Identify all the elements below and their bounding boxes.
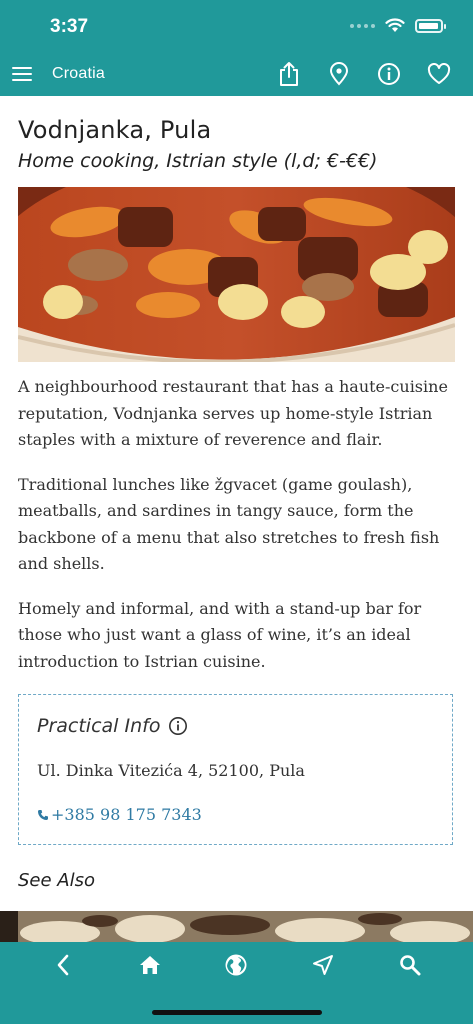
hero-image	[18, 187, 455, 362]
location-button[interactable]	[325, 60, 353, 88]
bottom-tab-bar	[0, 942, 473, 1024]
wifi-icon	[385, 18, 405, 32]
heart-icon	[427, 63, 451, 84]
explore-button[interactable]	[218, 950, 254, 980]
see-also-image[interactable]	[0, 911, 473, 943]
share-button[interactable]	[275, 60, 303, 88]
page-title: Vodnjanka, Pula	[18, 116, 212, 144]
navigate-icon	[313, 955, 334, 975]
favorite-button[interactable]	[425, 60, 453, 88]
back-icon	[57, 954, 69, 976]
phone-icon	[38, 809, 48, 820]
home-icon	[139, 956, 160, 974]
home-indicator	[152, 1010, 322, 1015]
battery-icon	[415, 18, 446, 33]
phone-link[interactable]: +385 98 175 7343	[37, 805, 202, 824]
back-button[interactable]	[45, 950, 81, 980]
search-button[interactable]	[392, 950, 428, 980]
info-button[interactable]	[375, 60, 403, 88]
info-icon	[378, 63, 400, 85]
see-also-heading: See Also	[18, 870, 96, 891]
info-icon[interactable]	[168, 716, 188, 736]
practical-info-header: Practical Info	[37, 715, 188, 737]
address-text: Ul. Dinka Vitezića 4, 52100, Pula	[37, 761, 305, 780]
home-button[interactable]	[132, 950, 168, 980]
status-time: 3:37	[50, 16, 89, 37]
page-subtitle: Home cooking, Istrian style (l,d; €-€€)	[18, 150, 378, 172]
globe-icon	[225, 954, 247, 976]
cellular-signal-icon	[350, 23, 375, 28]
article-paragraph: Homely and informal, and with a stand-up…	[18, 598, 422, 671]
menu-button[interactable]	[12, 64, 34, 84]
navigate-button[interactable]	[305, 950, 341, 980]
nav-row: Croatia	[0, 56, 473, 94]
status-icons	[350, 18, 446, 33]
practical-info-title: Practical Info	[37, 715, 161, 737]
nav-actions	[275, 60, 453, 88]
practical-info-box: Practical Info Ul. Dinka Vitezića 4, 521…	[18, 694, 453, 845]
article-paragraph: A neighbourhood restaurant that has a ha…	[18, 377, 448, 449]
search-icon	[399, 955, 421, 976]
phone-number: +385 98 175 7343	[51, 805, 202, 824]
article-paragraph: Traditional lunches like žgvacet (game g…	[18, 474, 440, 574]
top-bar: 3:37 Croatia	[0, 0, 473, 96]
article-content: Vodnjanka, Pula Home cooking, Istrian st…	[18, 96, 455, 891]
nav-title: Croatia	[52, 65, 105, 82]
location-pin-icon	[329, 62, 349, 86]
share-icon	[280, 62, 298, 86]
